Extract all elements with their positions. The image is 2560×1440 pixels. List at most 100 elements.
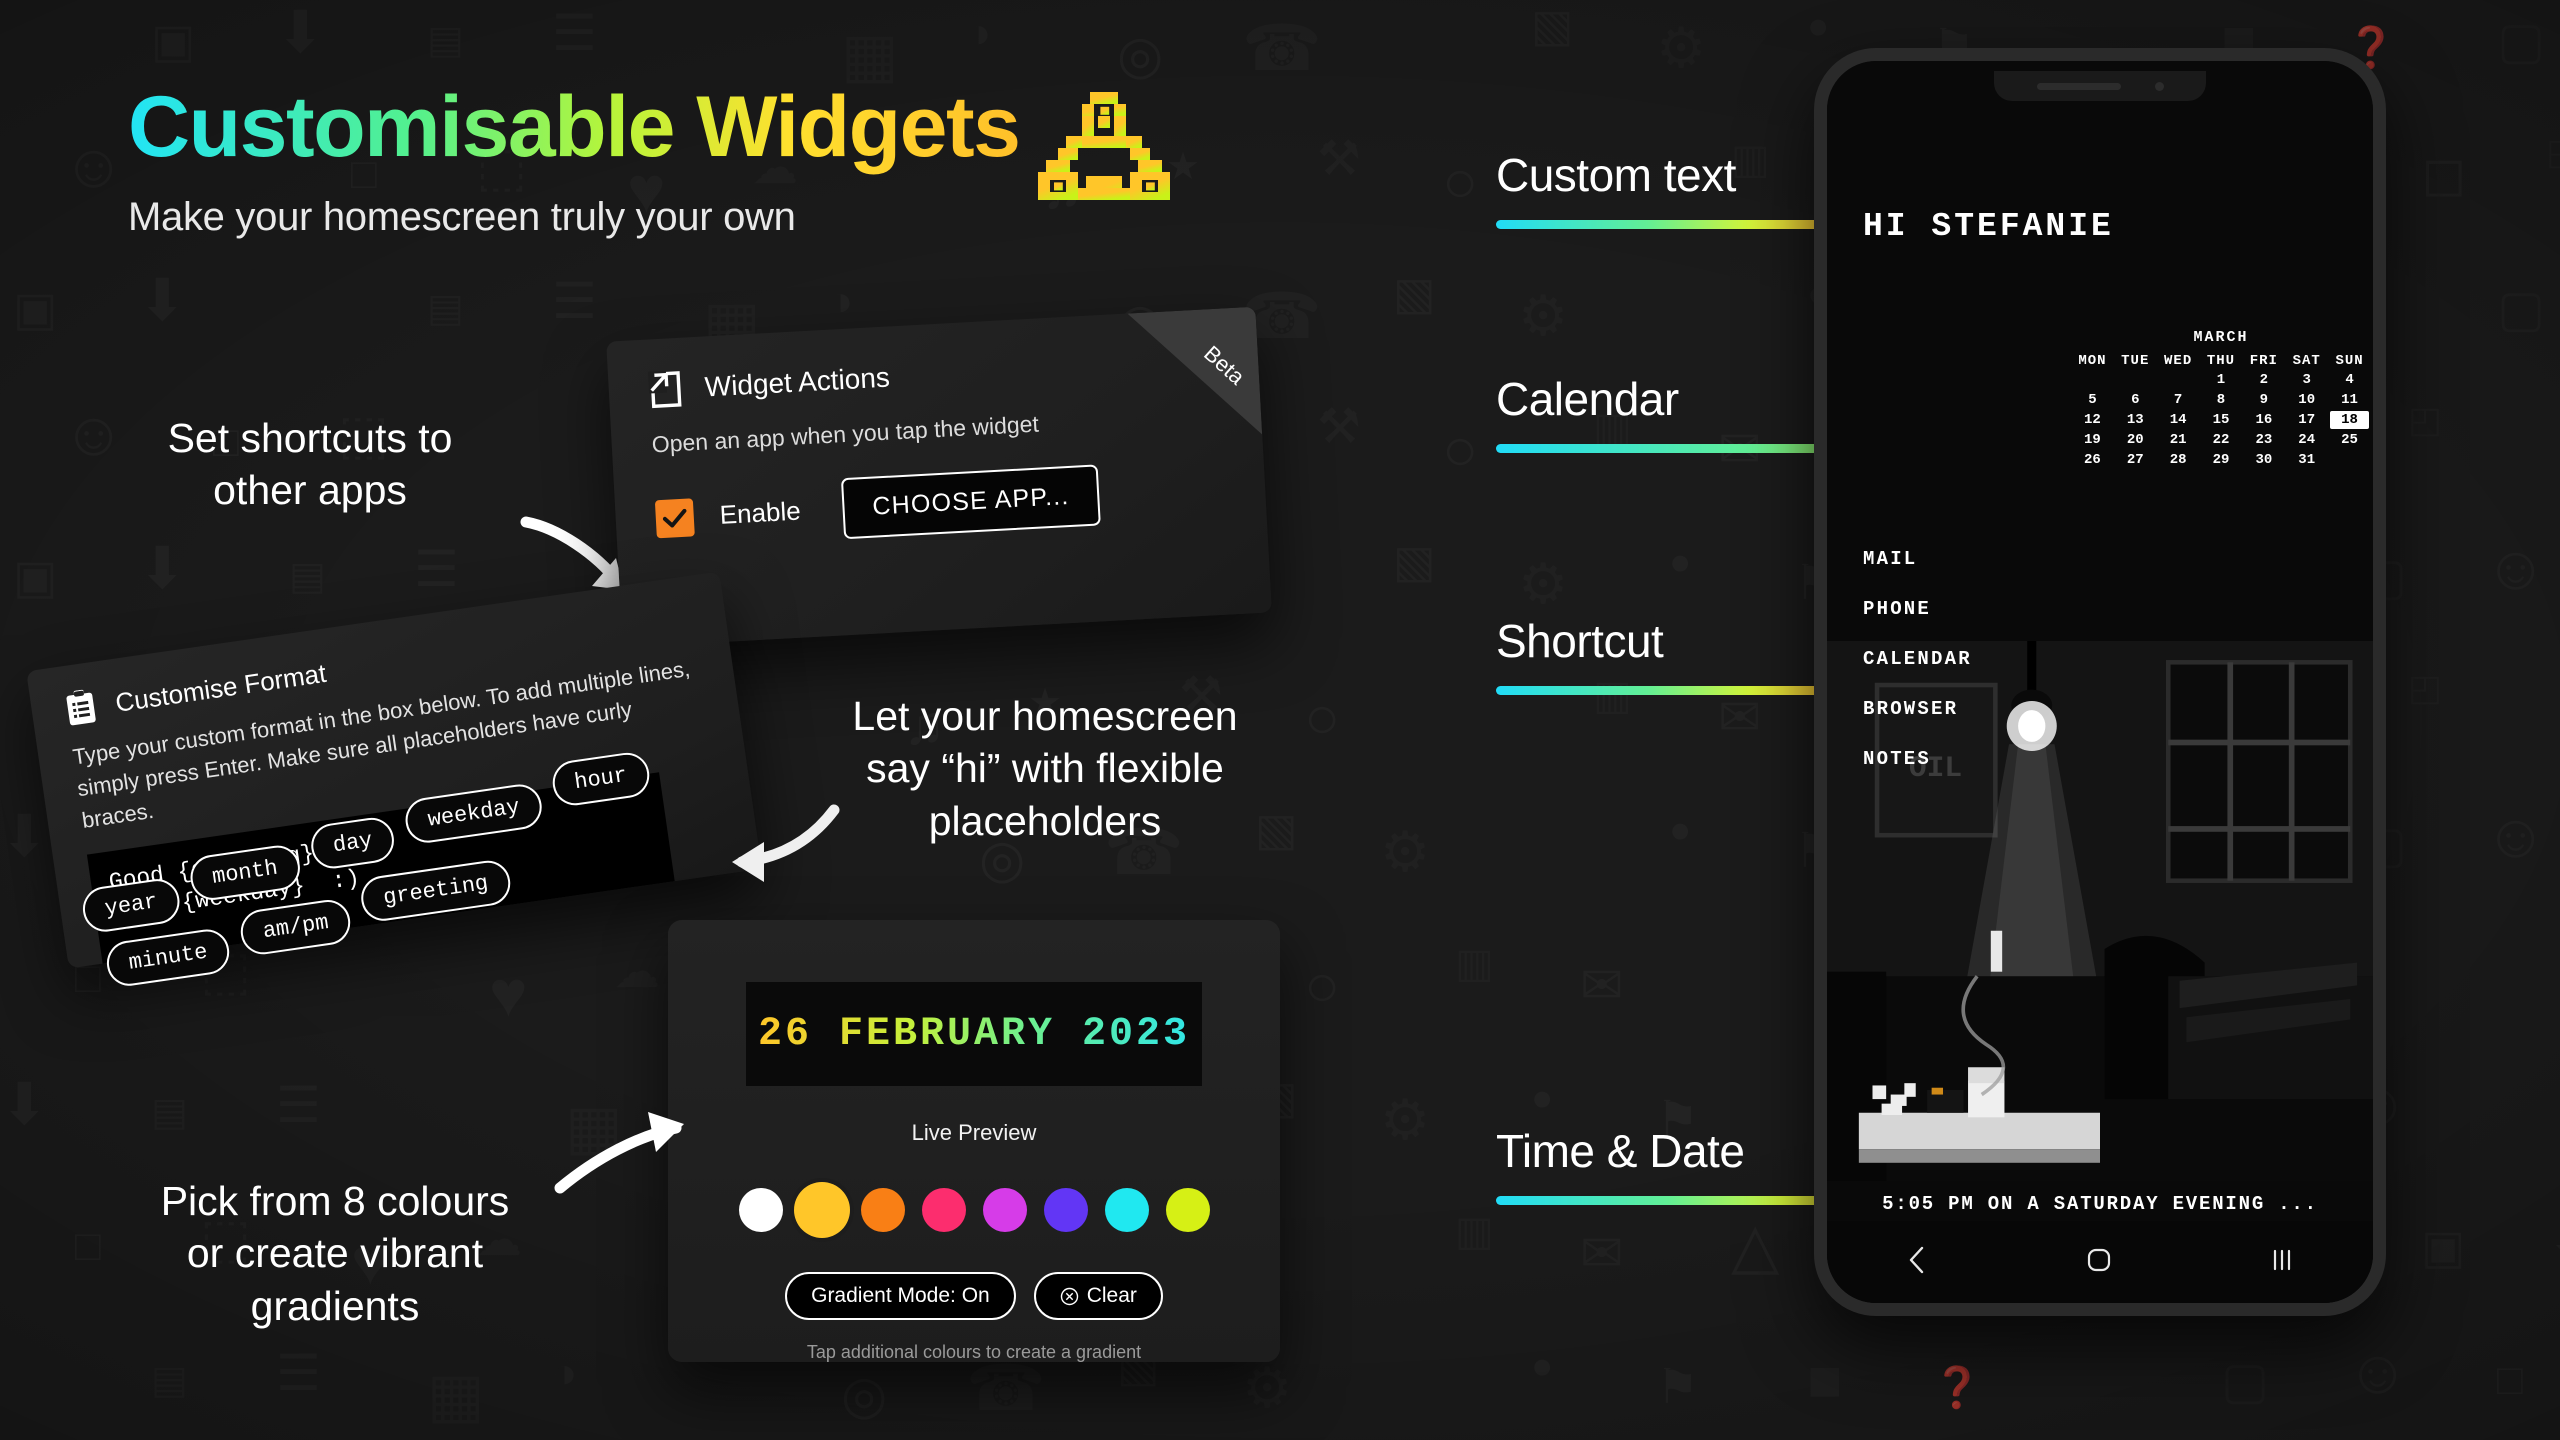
- widget-greeting-text: HI STEFANIE: [1863, 208, 2114, 245]
- shortcut-item-mail[interactable]: MAIL: [1863, 548, 1972, 570]
- swatch-magenta[interactable]: [982, 1188, 1027, 1232]
- file-icon: ⬇: [0, 1072, 49, 1137]
- calendar-day-21[interactable]: 21: [2159, 431, 2198, 449]
- annotation-set-shortcuts: Set shortcuts to other apps: [167, 415, 453, 514]
- chat-icon: ☎: [1242, 12, 1322, 84]
- question-icon: ■: [1807, 1347, 1843, 1413]
- calendar-empty-cell: [2159, 371, 2198, 389]
- calendar-day-1[interactable]: 1: [2202, 371, 2241, 389]
- calendar-day-16[interactable]: 16: [2244, 411, 2283, 429]
- live-preview-box: 26 FEBRUARY 2023: [746, 982, 1202, 1086]
- ghost-icon: ◑: [966, 9, 992, 56]
- calendar-day-12[interactable]: 12: [2073, 411, 2112, 429]
- calendar-day-24[interactable]: 24: [2287, 431, 2326, 449]
- calendar-day-31[interactable]: 31: [2287, 451, 2326, 469]
- widget-calendar[interactable]: MARCH MON TUE WED THU FRI SAT SUN 1 2 3 4 5 6 7 8 9 10 11…: [2073, 329, 2369, 469]
- page-subtitle: Make your homescreen truly your own: [128, 195, 796, 239]
- bird-icon: ▦: [841, 21, 899, 89]
- calendar-day-22[interactable]: 22: [2202, 431, 2241, 449]
- calendar-day-14[interactable]: 14: [2159, 411, 2198, 429]
- calendar-day-20[interactable]: 20: [2116, 431, 2155, 449]
- rocket-icon: ●: [1531, 1345, 1554, 1386]
- android-navbar: [1827, 1221, 2373, 1303]
- calendar-empty-cell: [2116, 371, 2155, 389]
- bars-icon: ▤: [289, 555, 326, 598]
- calendar-day-18[interactable]: 18: [2330, 411, 2369, 429]
- book-icon: ☰: [276, 1345, 321, 1401]
- swatch-orange[interactable]: [860, 1188, 905, 1232]
- planet-icon: ⚙: [1380, 820, 1431, 883]
- calendar-day-9[interactable]: 9: [2244, 391, 2283, 409]
- lock-icon: ○: [1304, 952, 1341, 1019]
- bird-icon: ▦: [427, 1361, 485, 1429]
- calendar-day-10[interactable]: 10: [2287, 391, 2326, 409]
- swatch-purple[interactable]: [1043, 1188, 1088, 1232]
- calendar-day-11[interactable]: 11: [2330, 391, 2369, 409]
- calendar-day-4[interactable]: 4: [2330, 371, 2369, 389]
- calendar-day-5[interactable]: 5: [2073, 391, 2112, 409]
- clear-button[interactable]: Clear: [1033, 1272, 1163, 1320]
- calendar-weekday-sat: SAT: [2292, 353, 2321, 369]
- recents-icon[interactable]: [2270, 1247, 2294, 1278]
- calendar-day-2[interactable]: 2: [2244, 371, 2283, 389]
- calendar-day-23[interactable]: 23: [2244, 431, 2283, 449]
- shortcut-item-notes[interactable]: NOTES: [1863, 748, 1972, 770]
- calendar-day-25[interactable]: 25: [2330, 431, 2369, 449]
- calendar-day-3[interactable]: 3: [2287, 371, 2326, 389]
- shortcut-item-phone[interactable]: PHONE: [1863, 598, 1972, 620]
- cloud-icon: ♥: [489, 957, 528, 1030]
- front-camera-icon: [2154, 81, 2164, 91]
- gradient-mode-button[interactable]: Gradient Mode: On: [785, 1272, 1016, 1320]
- swatch-lime[interactable]: [1165, 1188, 1210, 1232]
- swatch-white[interactable]: [738, 1188, 783, 1232]
- bars-icon: ▤: [427, 287, 464, 330]
- phone-icon: ◎: [841, 1366, 888, 1425]
- shortcut-item-calendar[interactable]: CALENDAR: [1863, 648, 1972, 670]
- swatch-cyan[interactable]: [1104, 1188, 1149, 1232]
- calendar-day-13[interactable]: 13: [2116, 411, 2155, 429]
- calendar-day-27[interactable]: 27: [2116, 451, 2155, 469]
- back-icon[interactable]: [1906, 1245, 1928, 1280]
- planet-icon: ⚙: [1518, 284, 1569, 347]
- enable-checkbox[interactable]: [654, 497, 695, 538]
- globe-icon: ⚒: [1317, 400, 1361, 454]
- side-label-custom-text-text: Custom text: [1496, 149, 1736, 201]
- mushroom-icon: ▧: [1531, 0, 1574, 51]
- calendar-weekday-mon: MON: [2078, 353, 2107, 369]
- chip-minute[interactable]: minute: [103, 926, 233, 989]
- download-icon: ▣: [13, 550, 58, 603]
- planet-icon: ⚙: [1518, 552, 1569, 615]
- download-icon: ▣: [13, 282, 58, 335]
- calendar-day-8[interactable]: 8: [2202, 391, 2241, 409]
- clear-button-label: Clear: [1086, 1284, 1137, 1307]
- speaker-grille: [2036, 82, 2121, 90]
- music-icon: ☁: [614, 945, 660, 997]
- phone-screen[interactable]: OIL HI STEFANIE MARCH MON TUE WED THU FR…: [1827, 61, 2373, 1303]
- choose-app-button[interactable]: CHOOSE APP...: [840, 464, 1101, 540]
- calendar-day-19[interactable]: 19: [2073, 431, 2112, 449]
- bell-icon: ▥: [1455, 1208, 1494, 1254]
- swatch-pink[interactable]: [921, 1188, 966, 1232]
- colour-picker-card[interactable]: 26 FEBRUARY 2023 Live Preview Gradient M…: [668, 920, 1280, 1362]
- planet-icon: ⚙: [1656, 16, 1707, 79]
- home-icon[interactable]: [2086, 1247, 2112, 1278]
- image-icon: ◻: [2421, 143, 2467, 205]
- calendar-day-15[interactable]: 15: [2202, 411, 2241, 429]
- calendar-day-28[interactable]: 28: [2159, 451, 2198, 469]
- file-icon: ⬇: [0, 804, 49, 869]
- calendar-day-30[interactable]: 30: [2244, 451, 2283, 469]
- calendar-day-17[interactable]: 17: [2287, 411, 2326, 429]
- calendar-day-29[interactable]: 29: [2202, 451, 2241, 469]
- swatch-yellow[interactable]: [799, 1188, 844, 1232]
- calendar-day-7[interactable]: 7: [2159, 391, 2198, 409]
- phone-icon: ◎: [1117, 26, 1164, 85]
- calendar-day-6[interactable]: 6: [2116, 391, 2155, 409]
- shortcut-item-browser[interactable]: BROWSER: [1863, 698, 1972, 720]
- map-icon: ✉: [1580, 957, 1624, 1015]
- book-icon: ☰: [414, 541, 459, 597]
- enable-label: Enable: [718, 495, 802, 530]
- tag-icon: □: [75, 1222, 101, 1270]
- widget-shortcut-list: MAIL PHONE CALENDAR BROWSER NOTES: [1863, 548, 1972, 798]
- calendar-day-26[interactable]: 26: [2073, 451, 2112, 469]
- annotation-pick-colours: Pick from 8 colours or create vibrant gr…: [160, 1178, 510, 1329]
